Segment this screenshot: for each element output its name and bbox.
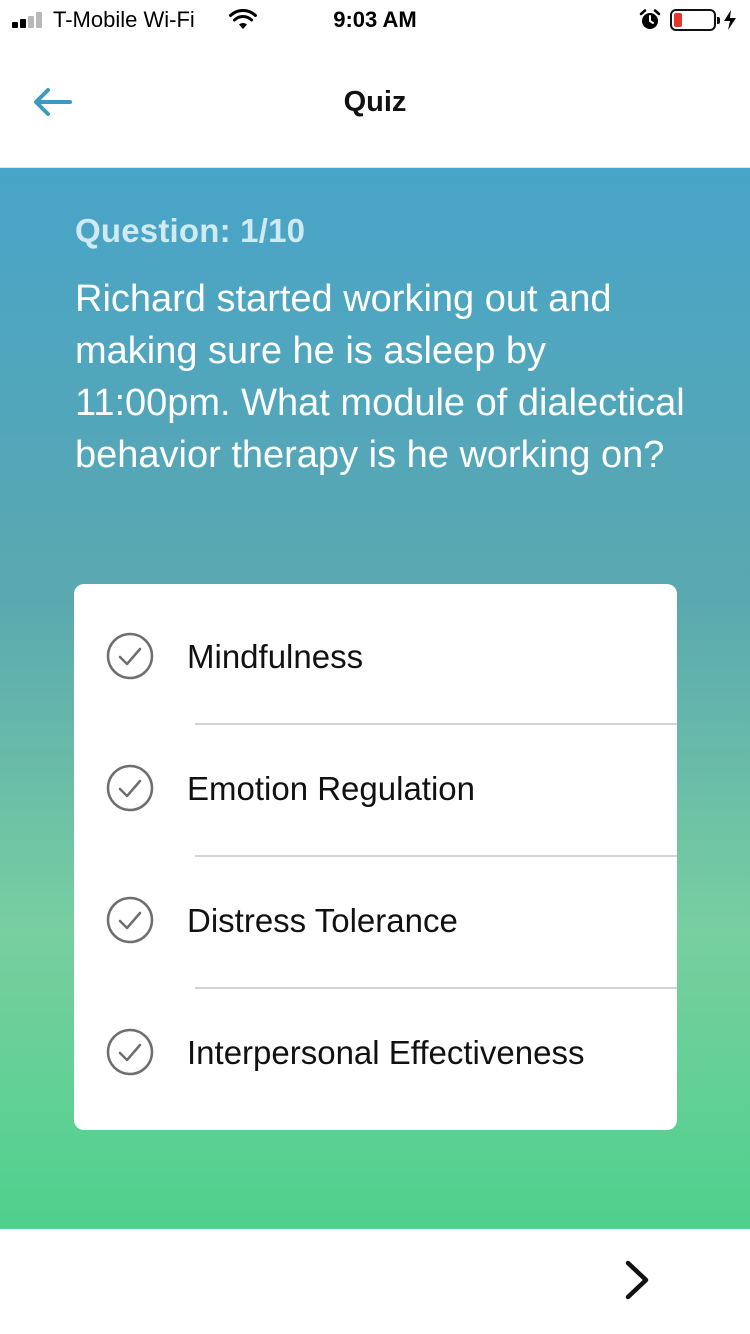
answer-label: Emotion Regulation — [187, 770, 476, 807]
answer-option-distress-tolerance[interactable]: Distress Tolerance — [74, 848, 677, 980]
charging-bolt-icon — [722, 9, 738, 36]
battery-icon — [670, 9, 720, 31]
quiz-content: Question: 1/10 Richard started working o… — [0, 168, 750, 1229]
question-text: Richard started working out and making s… — [75, 278, 685, 476]
answer-label: Interpersonal Effectiveness — [187, 1034, 585, 1071]
answer-card: Mindfulness Emotion Regulation Distress … — [74, 584, 677, 1130]
status-time: 9:03 AM — [333, 7, 417, 32]
answer-option-emotion-regulation[interactable]: Emotion Regulation — [74, 716, 677, 848]
check-circle-icon — [106, 632, 154, 680]
page-title: Quiz — [343, 86, 407, 118]
status-bar: T-Mobile Wi-Fi 9:03 AM — [0, 0, 750, 40]
question-counter: Question: 1/10 — [75, 212, 306, 249]
answer-label: Distress Tolerance — [187, 902, 458, 939]
answer-option-mindfulness[interactable]: Mindfulness — [74, 584, 677, 716]
check-circle-icon — [106, 1028, 154, 1076]
chevron-right-icon — [625, 1260, 649, 1300]
answer-option-interpersonal-effectiveness[interactable]: Interpersonal Effectiveness — [74, 980, 677, 1112]
alarm-icon — [639, 9, 661, 36]
nav-bar: Quiz — [0, 40, 750, 168]
bottom-bar — [0, 1229, 750, 1334]
check-circle-icon — [106, 896, 154, 944]
answer-label: Mindfulness — [187, 638, 364, 675]
next-button[interactable] — [612, 1255, 662, 1305]
check-circle-icon — [106, 764, 154, 812]
